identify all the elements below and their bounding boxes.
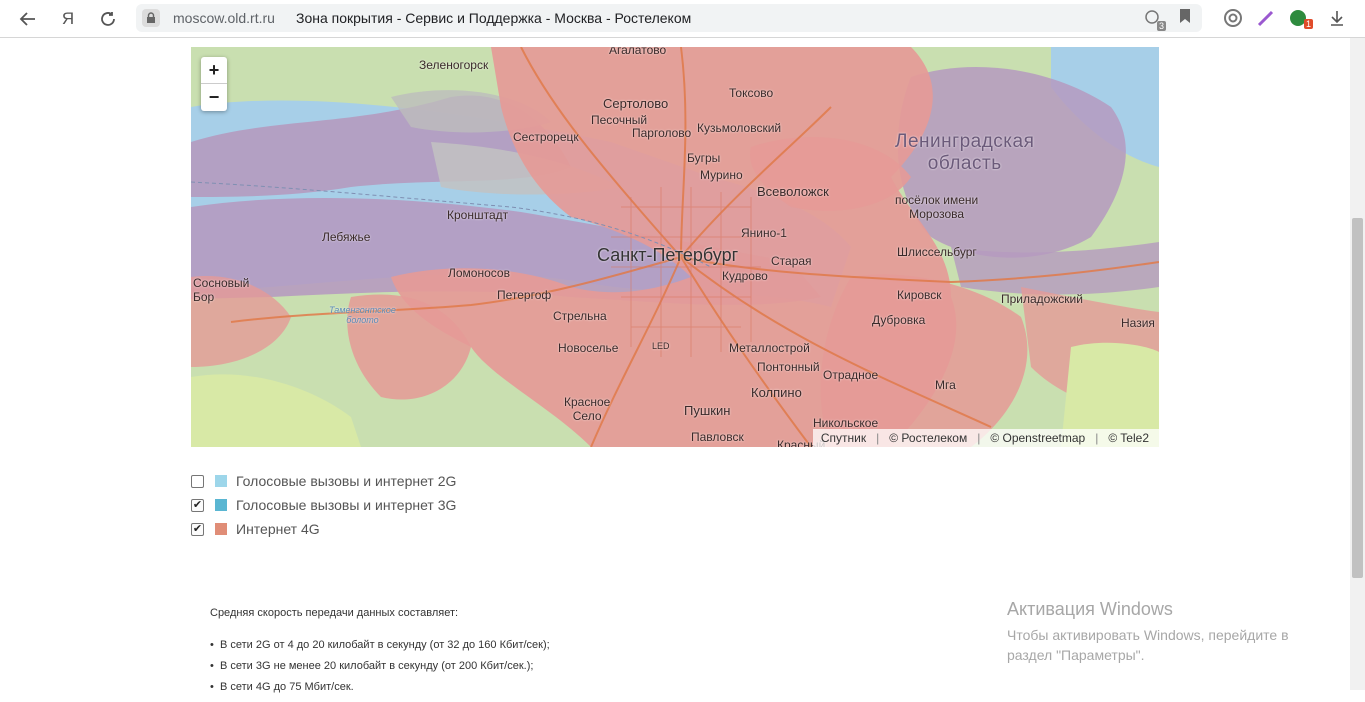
map-label: Колпино [751, 385, 802, 400]
map-label: Кудрово [722, 269, 768, 283]
attribution-link[interactable]: Спутник [821, 431, 866, 445]
speed-item: В сети 4G до 75 Мбит/сек. [210, 681, 550, 693]
map-label: Кировск [897, 288, 942, 302]
map-label: Сосновый Бор [193, 276, 250, 304]
map-label: Сертолово [603, 96, 669, 111]
map-label: Лебяжье [322, 230, 371, 244]
map-label: Агалатово [609, 47, 667, 57]
legend-label: Голосовые вызовы и интернет 3G [236, 497, 457, 513]
map-label: Бугры [687, 151, 721, 165]
bookmark-icon[interactable] [1178, 8, 1192, 29]
coverage-map[interactable]: Агалатово Зеленогорск Токсово Сертолово … [191, 47, 1159, 447]
map-label: Дубровка [872, 313, 926, 327]
map-label: Назия [1121, 316, 1155, 330]
watermark-title: Активация Windows [1007, 599, 1173, 619]
airport-label: LED [652, 341, 670, 351]
browser-toolbar: Я moscow.old.rt.ru Зона покрытия - Серви… [0, 0, 1365, 38]
attribution-link[interactable]: © Openstreetmap [990, 431, 1085, 445]
zoom-in-button[interactable]: + [201, 57, 227, 84]
map-label: Петергоф [497, 288, 552, 302]
page-content: Агалатово Зеленогорск Токсово Сертолово … [0, 38, 1350, 693]
speed-intro: Средняя скорость передачи данных составл… [210, 607, 459, 619]
map-label: Шлиссельбург [897, 245, 977, 259]
legend-item-3g[interactable]: ✔ Голосовые вызовы и интернет 3G [191, 493, 456, 517]
translate-icon[interactable]: 3 [1144, 9, 1166, 31]
map-label: Кронштадт [447, 208, 509, 222]
page-scrollbar[interactable] [1350, 38, 1365, 690]
reload-icon[interactable] [95, 6, 121, 32]
map-region-label: Ленинградская область [895, 131, 1035, 174]
download-icon[interactable] [1326, 7, 1348, 29]
map-label: Стрельна [553, 309, 607, 323]
url-host: moscow.old.rt.ru [173, 10, 275, 26]
map-label: Кузьмоловский [697, 121, 782, 135]
back-arrow-icon[interactable] [15, 6, 41, 32]
map-label: Токсово [729, 86, 774, 100]
swatch-4g [215, 523, 227, 535]
map-label: Сестрорецк [513, 130, 579, 144]
map-attribution: Спутник | © Ростелеком | © Openstreetmap… [812, 429, 1159, 447]
map-label: Новоселье [558, 341, 619, 355]
map-label: Пушкин [684, 403, 731, 418]
watermark-text: Чтобы активировать Windows, перейдите в … [1007, 627, 1289, 663]
speed-item: В сети 3G не менее 20 килобайт в секунду… [210, 660, 550, 672]
speed-info: Средняя скорость передачи данных составл… [210, 607, 550, 702]
map-label: Никольское [813, 416, 879, 430]
checkbox-2g[interactable] [191, 474, 204, 488]
extension-shield-icon[interactable]: 1 [1288, 7, 1313, 29]
map-label: Мга [935, 378, 956, 392]
map-label: Отрадное [823, 368, 879, 382]
coverage-legend: Голосовые вызовы и интернет 2G ✔ Голосов… [191, 469, 456, 541]
yandex-logo-icon[interactable]: Я [55, 6, 81, 32]
map-label: Песочный [591, 113, 648, 127]
map-label: Металлострой [729, 341, 810, 355]
address-bar[interactable]: moscow.old.rt.ru Зона покрытия - Сервис … [136, 4, 1202, 32]
legend-label: Интернет 4G [236, 521, 320, 537]
extension-badge: 1 [1303, 19, 1313, 29]
map-label: Таменгонтское болото [329, 305, 396, 325]
map-label: Приладожский [1001, 292, 1083, 306]
map-label: посёлок имени Морозова [895, 193, 979, 221]
attribution-link[interactable]: © Ростелеком [889, 431, 967, 445]
checkbox-3g[interactable]: ✔ [191, 498, 204, 512]
map-label: Всеволожск [757, 184, 829, 199]
tab-count-badge: 3 [1156, 20, 1166, 31]
lock-icon[interactable] [142, 9, 160, 27]
legend-item-4g[interactable]: ✔ Интернет 4G [191, 517, 456, 541]
map-label: Янино-1 [741, 226, 787, 240]
zoom-control: + − [201, 57, 227, 111]
attribution-link[interactable]: © Tele2 [1108, 431, 1149, 445]
map-label: Красное Село [564, 395, 611, 423]
speed-item: В сети 2G от 4 до 20 килобайт в секунду … [210, 639, 550, 651]
swatch-3g [215, 499, 227, 511]
checkbox-4g[interactable]: ✔ [191, 522, 204, 536]
map-label: Зеленогорск [419, 58, 489, 72]
windows-activation-watermark: Активация Windows Чтобы активировать Win… [1007, 599, 1327, 665]
scrollbar-thumb[interactable] [1352, 218, 1363, 578]
map-label: Понтонный [757, 360, 820, 374]
map-label: Павловск [691, 430, 744, 444]
map-label-city: Санкт-Петербург [597, 245, 739, 265]
legend-label: Голосовые вызовы и интернет 2G [236, 473, 457, 489]
at-sign-icon[interactable] [1222, 7, 1244, 29]
map-label: Парголово [632, 126, 692, 140]
zoom-out-button[interactable]: − [201, 84, 227, 111]
map-label: Ломоносов [448, 266, 510, 280]
page-title: Зона покрытия - Сервис и Поддержка - Мос… [296, 10, 692, 26]
legend-item-2g[interactable]: Голосовые вызовы и интернет 2G [191, 469, 456, 493]
map-label: Старая [771, 254, 812, 268]
swatch-2g [215, 475, 227, 487]
pen-icon[interactable] [1255, 7, 1277, 29]
map-label: Мурино [700, 168, 743, 182]
